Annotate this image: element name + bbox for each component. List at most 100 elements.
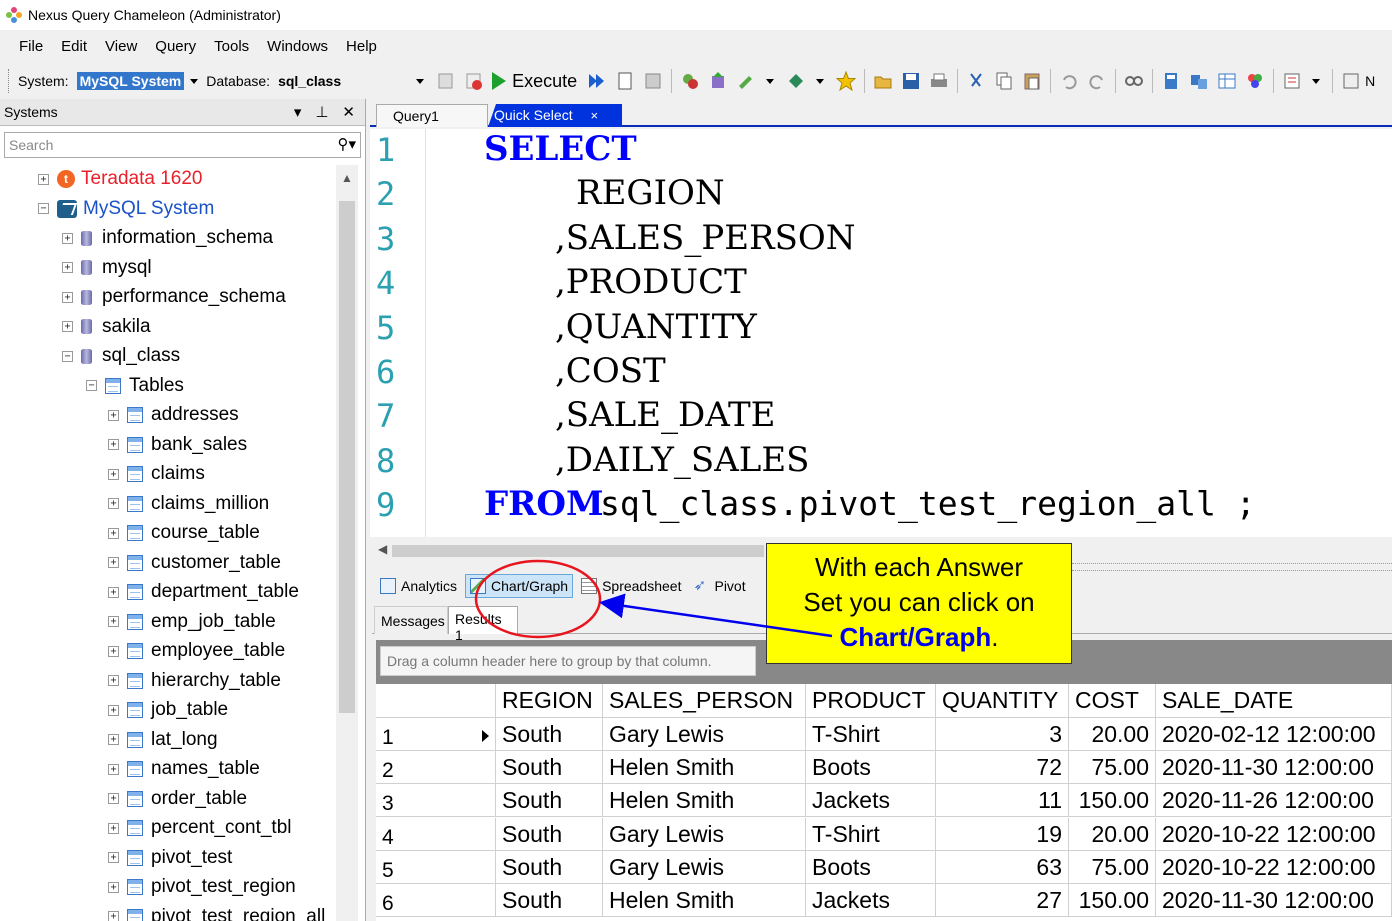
menu-query[interactable]: Query <box>146 38 205 55</box>
tree-node[interactable]: + pivot_test <box>108 844 232 872</box>
grid-cell[interactable]: South <box>496 718 603 751</box>
row-header[interactable]: 4 <box>376 817 496 851</box>
row-header[interactable]: 6 <box>376 884 496 917</box>
grid-cell[interactable]: South <box>496 850 603 884</box>
tree-node[interactable]: + job_table <box>108 696 228 724</box>
tab-results-1[interactable]: Results 1 <box>448 606 518 643</box>
tree-node[interactable]: + bank_sales <box>108 431 247 459</box>
grid-cell[interactable]: South <box>496 884 603 917</box>
favorites-icon[interactable] <box>835 70 857 92</box>
tab-messages[interactable]: Messages <box>374 606 448 634</box>
expand-icon[interactable]: + <box>38 173 49 185</box>
system-dropdown-icon[interactable] <box>190 78 199 84</box>
grid-cell[interactable]: 2020-11-26 12:00:00 <box>1156 784 1392 818</box>
column-header[interactable]: SALE_DATE <box>1156 684 1392 718</box>
grid-cell[interactable]: Gary Lewis <box>603 718 806 751</box>
tree-node[interactable]: + claims <box>108 460 205 488</box>
tree-scrollbar[interactable]: ▲ <box>336 165 358 921</box>
grid-cell[interactable]: 20.00 <box>1069 718 1156 751</box>
grid-cell[interactable]: 2020-11-30 12:00:00 <box>1156 884 1392 917</box>
expand-icon[interactable]: + <box>62 321 73 332</box>
column-header[interactable]: QUANTITY <box>936 684 1069 718</box>
tree-node[interactable]: + customer_table <box>108 549 281 577</box>
highlight-dropdown-icon[interactable] <box>766 78 775 84</box>
tree-node[interactable]: + information_schema <box>62 224 273 252</box>
expand-icon[interactable]: + <box>108 468 119 480</box>
options-dropdown-icon[interactable] <box>1312 78 1321 84</box>
grid-cell[interactable]: South <box>496 784 603 818</box>
grid-cell[interactable]: Jackets <box>806 884 936 917</box>
expand-icon[interactable]: + <box>108 911 119 921</box>
expand-icon[interactable]: + <box>108 881 119 893</box>
grid-cell[interactable]: 63 <box>936 850 1069 884</box>
grid-cell[interactable]: Gary Lewis <box>603 850 806 884</box>
print-icon[interactable] <box>929 71 949 91</box>
cut-icon[interactable] <box>966 71 986 91</box>
search-icon[interactable]: ⚲▾ <box>337 135 356 153</box>
expand-icon[interactable]: + <box>108 409 119 421</box>
expand-icon[interactable]: + <box>108 557 119 568</box>
find-icon[interactable] <box>1124 71 1144 91</box>
spreadsheet-button[interactable]: Spreadsheet <box>577 574 685 598</box>
expand-icon[interactable]: + <box>108 704 119 716</box>
open-folder-icon[interactable] <box>873 71 893 91</box>
expand-icon[interactable]: + <box>108 852 119 863</box>
tab-close-icon[interactable]: × <box>590 108 598 123</box>
expand-icon[interactable]: + <box>108 586 119 598</box>
expand-icon[interactable]: + <box>62 262 73 273</box>
column-header[interactable]: COST <box>1069 684 1156 718</box>
tree-node[interactable]: + employee_table <box>108 637 285 665</box>
execute-button[interactable]: Execute <box>512 71 577 92</box>
tree-node[interactable]: + t Teradata 1620 <box>38 165 203 193</box>
tree-node[interactable]: + pivot_test_region <box>108 873 296 901</box>
menu-tools[interactable]: Tools <box>205 38 258 55</box>
pivot-button[interactable]: ➶ Pivot <box>689 574 749 598</box>
systems-search-input[interactable]: Search ⚲▾ <box>4 132 361 158</box>
grid-cell[interactable]: T-Shirt <box>806 817 936 851</box>
expand-icon[interactable]: + <box>62 232 73 244</box>
expand-icon[interactable]: + <box>108 763 119 775</box>
grid-cell[interactable]: South <box>496 751 603 785</box>
grid-cell[interactable]: 11 <box>936 784 1069 818</box>
grid-cell[interactable]: 150.00 <box>1069 884 1156 917</box>
tab-quick-select[interactable]: Quick Select × <box>488 104 622 127</box>
tree-node[interactable]: + department_table <box>108 578 299 606</box>
grid-cell[interactable]: 72 <box>936 751 1069 785</box>
color-palette-icon[interactable] <box>1245 71 1265 91</box>
upload-icon[interactable] <box>708 71 728 91</box>
tree-node[interactable]: + percent_cont_tbl <box>108 814 292 842</box>
expand-icon[interactable]: + <box>108 734 119 745</box>
expand-icon[interactable]: + <box>108 793 119 804</box>
chart-graph-button[interactable]: Chart/Graph <box>465 574 574 598</box>
tree-node[interactable]: + names_table <box>108 755 260 783</box>
database-select[interactable]: sql_class <box>278 73 410 89</box>
grid-cell[interactable]: Gary Lewis <box>603 817 806 851</box>
expand-icon[interactable]: + <box>108 439 119 450</box>
grid-cell[interactable]: 3 <box>936 718 1069 751</box>
editor-hscrollbar[interactable]: ◀ <box>370 537 770 565</box>
paste-icon[interactable] <box>1022 71 1042 91</box>
grid-cell[interactable]: Jackets <box>806 784 936 818</box>
grid-cell[interactable]: Helen Smith <box>603 751 806 785</box>
tree-node[interactable]: + lat_long <box>108 726 218 754</box>
grid-cell[interactable]: 20.00 <box>1069 817 1156 851</box>
tab-query1[interactable]: Query1 <box>376 104 488 127</box>
row-header[interactable]: 3 <box>376 784 496 818</box>
panel-menu-icon[interactable]: ▾ <box>294 103 302 121</box>
format-dropdown-icon[interactable] <box>816 78 825 84</box>
tree-node[interactable]: + pivot_test_region_all <box>108 903 325 921</box>
sql-editor[interactable]: 12345678910 SELECTREGION,SALES_PERSON,PR… <box>370 129 1392 537</box>
system-select[interactable]: MySQL System <box>76 72 185 90</box>
menu-edit[interactable]: Edit <box>52 38 96 55</box>
row-header[interactable]: 2 <box>376 751 496 785</box>
tree-node[interactable]: + emp_job_table <box>108 608 276 636</box>
column-header[interactable]: REGION <box>496 684 603 718</box>
cancel-query-icon[interactable] <box>464 71 484 91</box>
tree-node[interactable]: + order_table <box>108 785 247 813</box>
grid-cell[interactable]: South <box>496 817 603 851</box>
undo-icon[interactable] <box>1059 71 1079 91</box>
scroll-left-icon[interactable]: ◀ <box>378 542 387 556</box>
menu-windows[interactable]: Windows <box>258 38 337 55</box>
grid-cell[interactable]: 27 <box>936 884 1069 917</box>
grid-cell[interactable]: 2020-02-12 12:00:00 <box>1156 718 1392 751</box>
